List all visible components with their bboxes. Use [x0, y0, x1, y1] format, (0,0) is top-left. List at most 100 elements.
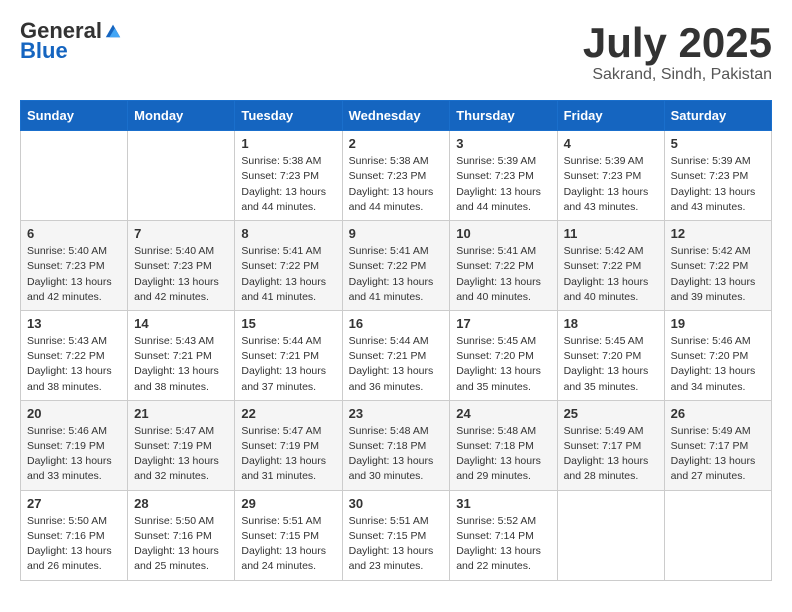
calendar-cell: 25 Sunrise: 5:49 AMSunset: 7:17 PMDayligh… [557, 400, 664, 490]
logo-icon [104, 21, 122, 39]
day-info: Sunrise: 5:41 AMSunset: 7:22 PMDaylight:… [241, 244, 335, 305]
calendar-cell: 2 Sunrise: 5:38 AMSunset: 7:23 PMDaylight… [342, 131, 450, 221]
day-info: Sunrise: 5:42 AMSunset: 7:22 PMDaylight:… [564, 244, 658, 305]
calendar-week-row: 20Sunrise: 5:46 AMSunset: 7:19 PMDayligh… [21, 400, 772, 490]
day-info: Sunrise: 5:39 AMSunset: 7:23 PMDaylight:… [564, 154, 658, 215]
page-header: General Blue July 2025 Sakrand, Sindh, P… [20, 20, 772, 84]
day-number: 7 [134, 226, 228, 241]
day-info: Sunrise: 5:47 AMSunset: 7:19 PMDaylight:… [134, 424, 228, 485]
calendar-week-row: 6 Sunrise: 5:40 AMSunset: 7:23 PMDaylight… [21, 221, 772, 311]
day-info: Sunrise: 5:45 AMSunset: 7:20 PMDaylight:… [564, 334, 658, 395]
location-title: Sakrand, Sindh, Pakistan [583, 66, 772, 84]
calendar-cell: 26Sunrise: 5:49 AMSunset: 7:17 PMDayligh… [664, 400, 771, 490]
day-info: Sunrise: 5:48 AMSunset: 7:18 PMDaylight:… [349, 424, 444, 485]
calendar-cell: 18 Sunrise: 5:45 AMSunset: 7:20 PMDayligh… [557, 310, 664, 400]
day-info: Sunrise: 5:42 AMSunset: 7:22 PMDaylight:… [671, 244, 765, 305]
day-number: 25 [564, 406, 658, 421]
day-info: Sunrise: 5:40 AMSunset: 7:23 PMDaylight:… [134, 244, 228, 305]
calendar-table: SundayMondayTuesdayWednesdayThursdayFrid… [20, 100, 772, 580]
day-info: Sunrise: 5:43 AMSunset: 7:21 PMDaylight:… [134, 334, 228, 395]
day-info: Sunrise: 5:44 AMSunset: 7:21 PMDaylight:… [349, 334, 444, 395]
calendar-cell: 12 Sunrise: 5:42 AMSunset: 7:22 PMDayligh… [664, 221, 771, 311]
calendar-cell: 24Sunrise: 5:48 AMSunset: 7:18 PMDayligh… [450, 400, 557, 490]
day-info: Sunrise: 5:41 AMSunset: 7:22 PMDaylight:… [349, 244, 444, 305]
day-info: Sunrise: 5:39 AMSunset: 7:23 PMDaylight:… [456, 154, 550, 215]
calendar-cell: 8 Sunrise: 5:41 AMSunset: 7:22 PMDaylight… [235, 221, 342, 311]
day-number: 10 [456, 226, 550, 241]
calendar-cell: 1 Sunrise: 5:38 AMSunset: 7:23 PMDaylight… [235, 131, 342, 221]
day-number: 15 [241, 316, 335, 331]
calendar-cell: 22Sunrise: 5:47 AMSunset: 7:19 PMDayligh… [235, 400, 342, 490]
day-number: 11 [564, 226, 658, 241]
day-number: 13 [27, 316, 121, 331]
day-info: Sunrise: 5:49 AMSunset: 7:17 PMDaylight:… [564, 424, 658, 485]
calendar-cell: 11 Sunrise: 5:42 AMSunset: 7:22 PMDayligh… [557, 221, 664, 311]
calendar-cell: 16 Sunrise: 5:44 AMSunset: 7:21 PMDayligh… [342, 310, 450, 400]
title-block: July 2025 Sakrand, Sindh, Pakistan [583, 20, 772, 84]
calendar-cell: 23 Sunrise: 5:48 AMSunset: 7:18 PMDayligh… [342, 400, 450, 490]
day-of-week-header: Wednesday [342, 101, 450, 131]
day-number: 24 [456, 406, 550, 421]
day-info: Sunrise: 5:47 AMSunset: 7:19 PMDaylight:… [241, 424, 335, 485]
day-of-week-header: Thursday [450, 101, 557, 131]
day-of-week-header: Sunday [21, 101, 128, 131]
day-of-week-header: Monday [128, 101, 235, 131]
day-number: 18 [564, 316, 658, 331]
day-info: Sunrise: 5:52 AMSunset: 7:14 PMDaylight:… [456, 514, 550, 575]
day-info: Sunrise: 5:51 AMSunset: 7:15 PMDaylight:… [241, 514, 335, 575]
day-number: 2 [349, 136, 444, 151]
logo-blue-text: Blue [20, 38, 68, 64]
day-info: Sunrise: 5:38 AMSunset: 7:23 PMDaylight:… [349, 154, 444, 215]
calendar-cell: 21 Sunrise: 5:47 AMSunset: 7:19 PMDayligh… [128, 400, 235, 490]
day-number: 5 [671, 136, 765, 151]
day-number: 21 [134, 406, 228, 421]
logo: General Blue [20, 20, 122, 64]
calendar-cell [128, 131, 235, 221]
day-number: 16 [349, 316, 444, 331]
day-number: 27 [27, 496, 121, 511]
day-number: 29 [241, 496, 335, 511]
day-number: 12 [671, 226, 765, 241]
calendar-week-row: 27 Sunrise: 5:50 AMSunset: 7:16 PMDayligh… [21, 490, 772, 580]
day-info: Sunrise: 5:40 AMSunset: 7:23 PMDaylight:… [27, 244, 121, 305]
calendar-cell: 13 Sunrise: 5:43 AMSunset: 7:22 PMDayligh… [21, 310, 128, 400]
day-info: Sunrise: 5:45 AMSunset: 7:20 PMDaylight:… [456, 334, 550, 395]
calendar-cell: 4Sunrise: 5:39 AMSunset: 7:23 PMDaylight… [557, 131, 664, 221]
day-number: 23 [349, 406, 444, 421]
calendar-cell: 29 Sunrise: 5:51 AMSunset: 7:15 PMDayligh… [235, 490, 342, 580]
day-info: Sunrise: 5:46 AMSunset: 7:20 PMDaylight:… [671, 334, 765, 395]
calendar-cell: 3Sunrise: 5:39 AMSunset: 7:23 PMDaylight… [450, 131, 557, 221]
calendar-cell: 14Sunrise: 5:43 AMSunset: 7:21 PMDayligh… [128, 310, 235, 400]
day-number: 8 [241, 226, 335, 241]
calendar-cell: 30Sunrise: 5:51 AMSunset: 7:15 PMDayligh… [342, 490, 450, 580]
day-info: Sunrise: 5:43 AMSunset: 7:22 PMDaylight:… [27, 334, 121, 395]
calendar-week-row: 1 Sunrise: 5:38 AMSunset: 7:23 PMDaylight… [21, 131, 772, 221]
day-number: 1 [241, 136, 335, 151]
day-info: Sunrise: 5:41 AMSunset: 7:22 PMDaylight:… [456, 244, 550, 305]
calendar-cell [21, 131, 128, 221]
calendar-cell [664, 490, 771, 580]
day-info: Sunrise: 5:49 AMSunset: 7:17 PMDaylight:… [671, 424, 765, 485]
day-info: Sunrise: 5:39 AMSunset: 7:23 PMDaylight:… [671, 154, 765, 215]
calendar-cell: 27 Sunrise: 5:50 AMSunset: 7:16 PMDayligh… [21, 490, 128, 580]
calendar-cell: 19 Sunrise: 5:46 AMSunset: 7:20 PMDayligh… [664, 310, 771, 400]
calendar-cell [557, 490, 664, 580]
day-info: Sunrise: 5:50 AMSunset: 7:16 PMDaylight:… [27, 514, 121, 575]
day-number: 31 [456, 496, 550, 511]
calendar-cell: 28Sunrise: 5:50 AMSunset: 7:16 PMDayligh… [128, 490, 235, 580]
day-number: 9 [349, 226, 444, 241]
calendar-cell: 10 Sunrise: 5:41 AMSunset: 7:22 PMDayligh… [450, 221, 557, 311]
day-number: 19 [671, 316, 765, 331]
calendar-header-row: SundayMondayTuesdayWednesdayThursdayFrid… [21, 101, 772, 131]
calendar-cell: 9 Sunrise: 5:41 AMSunset: 7:22 PMDaylight… [342, 221, 450, 311]
day-of-week-header: Tuesday [235, 101, 342, 131]
day-info: Sunrise: 5:44 AMSunset: 7:21 PMDaylight:… [241, 334, 335, 395]
day-info: Sunrise: 5:46 AMSunset: 7:19 PMDaylight:… [27, 424, 121, 485]
day-number: 6 [27, 226, 121, 241]
calendar-cell: 5 Sunrise: 5:39 AMSunset: 7:23 PMDaylight… [664, 131, 771, 221]
calendar-cell: 7 Sunrise: 5:40 AMSunset: 7:23 PMDaylight… [128, 221, 235, 311]
day-number: 17 [456, 316, 550, 331]
day-info: Sunrise: 5:38 AMSunset: 7:23 PMDaylight:… [241, 154, 335, 215]
calendar-cell: 20Sunrise: 5:46 AMSunset: 7:19 PMDayligh… [21, 400, 128, 490]
day-info: Sunrise: 5:50 AMSunset: 7:16 PMDaylight:… [134, 514, 228, 575]
